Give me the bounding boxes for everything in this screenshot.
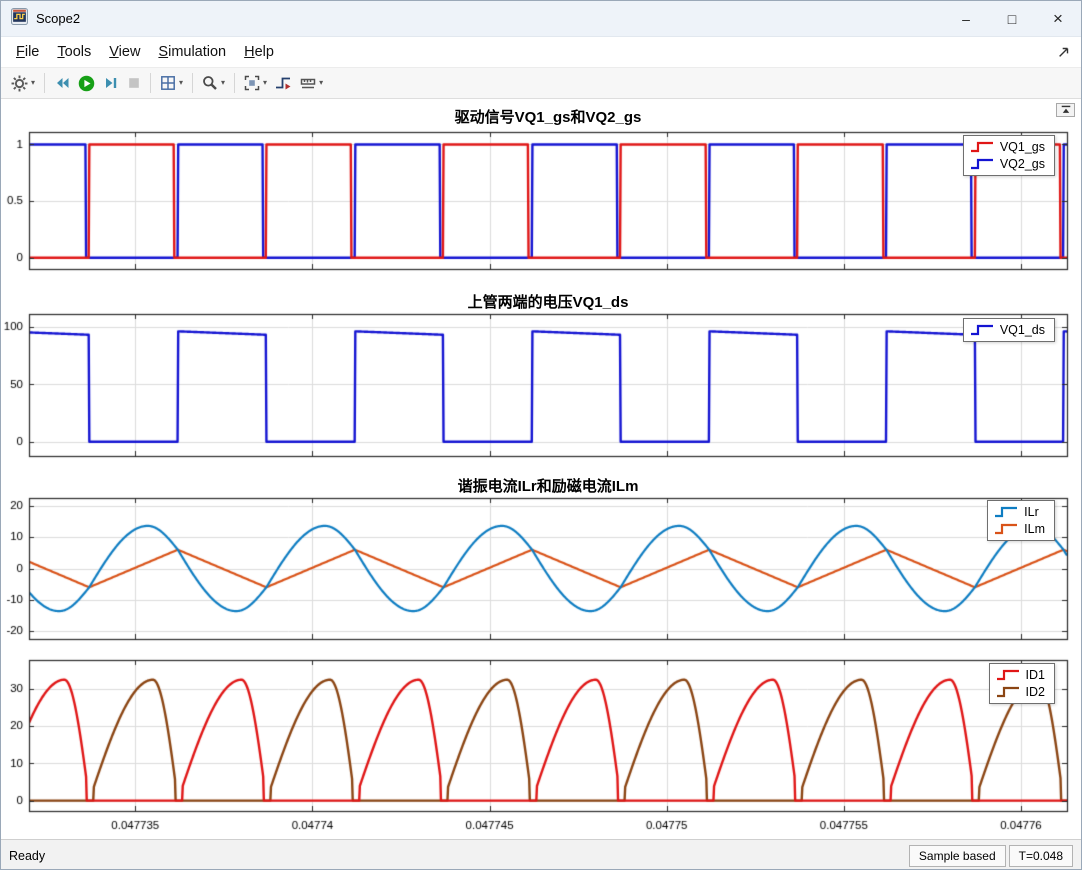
step-back-button[interactable] [50,71,74,96]
dropdown-arrow-icon: ▾ [221,78,226,87]
legend-label: ID2 [1025,685,1045,699]
legend-plot1[interactable]: VQ1_gs VQ2_gs [962,135,1055,176]
toolbar-separator [44,73,46,93]
legend-plot3[interactable]: ILr ILm [987,500,1055,541]
fit-to-view-button[interactable]: ▾ [240,71,271,96]
legend-entry: VQ1_gs [970,140,1045,154]
legend-entry: ILr [994,505,1045,519]
maximize-button[interactable]: □ [989,1,1035,36]
dropdown-arrow-icon: ▾ [31,78,36,87]
measure-icon [300,75,316,91]
legend-entry: ID1 [996,668,1045,682]
legend-plot4[interactable]: ID1 ID2 [988,663,1055,704]
legend-entry: VQ1_ds [970,323,1045,337]
legend-line-icon [970,141,993,153]
legend-plot2[interactable]: VQ1_ds [962,318,1055,342]
toolbar: ▾ ▾ ▾ ▾ ▾ [1,68,1081,99]
legend-label: VQ1_ds [999,323,1045,337]
scope-window: Scope2 – □ × File Tools View Simulation Help… [0,0,1082,870]
status-bar: Ready Sample based T=0.048 [1,839,1081,869]
legend-label: ILm [1024,522,1045,536]
legend-line-icon [995,523,1018,535]
dropdown-arrow-icon: ▾ [179,78,184,87]
layout-button[interactable]: ▾ [156,71,187,96]
toolbar-separator [192,73,194,93]
menu-simulation[interactable]: Simulation [149,40,235,64]
close-button[interactable]: × [1035,1,1081,36]
dock-arrow-icon[interactable] [1057,45,1071,63]
plot-panel: 驱动信号VQ1_gs和VQ2_gs 上管两端的电压VQ1_ds 谐振电流ILr和励磁… [1,99,1081,839]
legend-line-icon [995,506,1018,518]
minimize-button[interactable]: – [943,1,989,36]
measurements-button[interactable]: ▾ [296,71,327,96]
status-text: Ready [9,848,46,863]
step-back-icon [54,75,70,91]
stop-icon [127,76,141,90]
menu-tools[interactable]: Tools [48,40,100,64]
legend-line-icon [970,158,993,170]
toolbar-separator [234,73,236,93]
trigger-button[interactable] [271,71,296,96]
menu-file[interactable]: File [7,40,48,64]
settings-button[interactable]: ▾ [7,71,39,96]
step-forward-icon [103,75,119,91]
zoom-button[interactable]: ▾ [198,71,229,96]
run-button[interactable] [74,71,99,96]
menu-help[interactable]: Help [235,40,283,64]
title-bar[interactable]: Scope2 – □ × [1,1,1081,37]
legend-label: VQ1_gs [999,140,1045,154]
legend-entry: VQ2_gs [970,157,1045,171]
fit-icon [244,75,260,91]
plot-title-2: 上管两端的电压VQ1_ds [467,294,629,311]
legend-label: VQ2_gs [999,157,1045,171]
dropdown-arrow-icon: ▾ [319,78,324,87]
trigger-icon [275,75,292,91]
menu-bar: File Tools View Simulation Help [1,37,1081,68]
zoom-icon [202,75,218,91]
sample-mode-box: Sample based [908,844,1006,867]
legend-line-icon [996,669,1019,681]
step-forward-button[interactable] [99,71,123,96]
legend-line-icon [996,686,1019,698]
legend-entry: ID2 [996,685,1045,699]
stop-button[interactable] [123,71,145,96]
menu-view[interactable]: View [100,40,149,64]
plot-title-3: 谐振电流ILr和励磁电流ILm [457,478,639,495]
scope-canvas[interactable] [1,99,1081,839]
legend-label: ILr [1024,505,1039,519]
plot-title-1: 驱动信号VQ1_gs和VQ2_gs [454,109,642,126]
layout-icon [160,75,176,91]
legend-label: ID1 [1025,668,1045,682]
window-title: Scope2 [36,11,81,26]
legend-entry: ILm [994,522,1045,536]
legend-line-icon [970,324,993,336]
scope-app-icon [11,7,28,30]
sim-time-box: T=0.048 [1008,844,1073,867]
dropdown-arrow-icon: ▾ [263,78,268,87]
toolbar-separator [150,73,152,93]
gear-icon [11,75,28,92]
run-icon [78,75,95,92]
